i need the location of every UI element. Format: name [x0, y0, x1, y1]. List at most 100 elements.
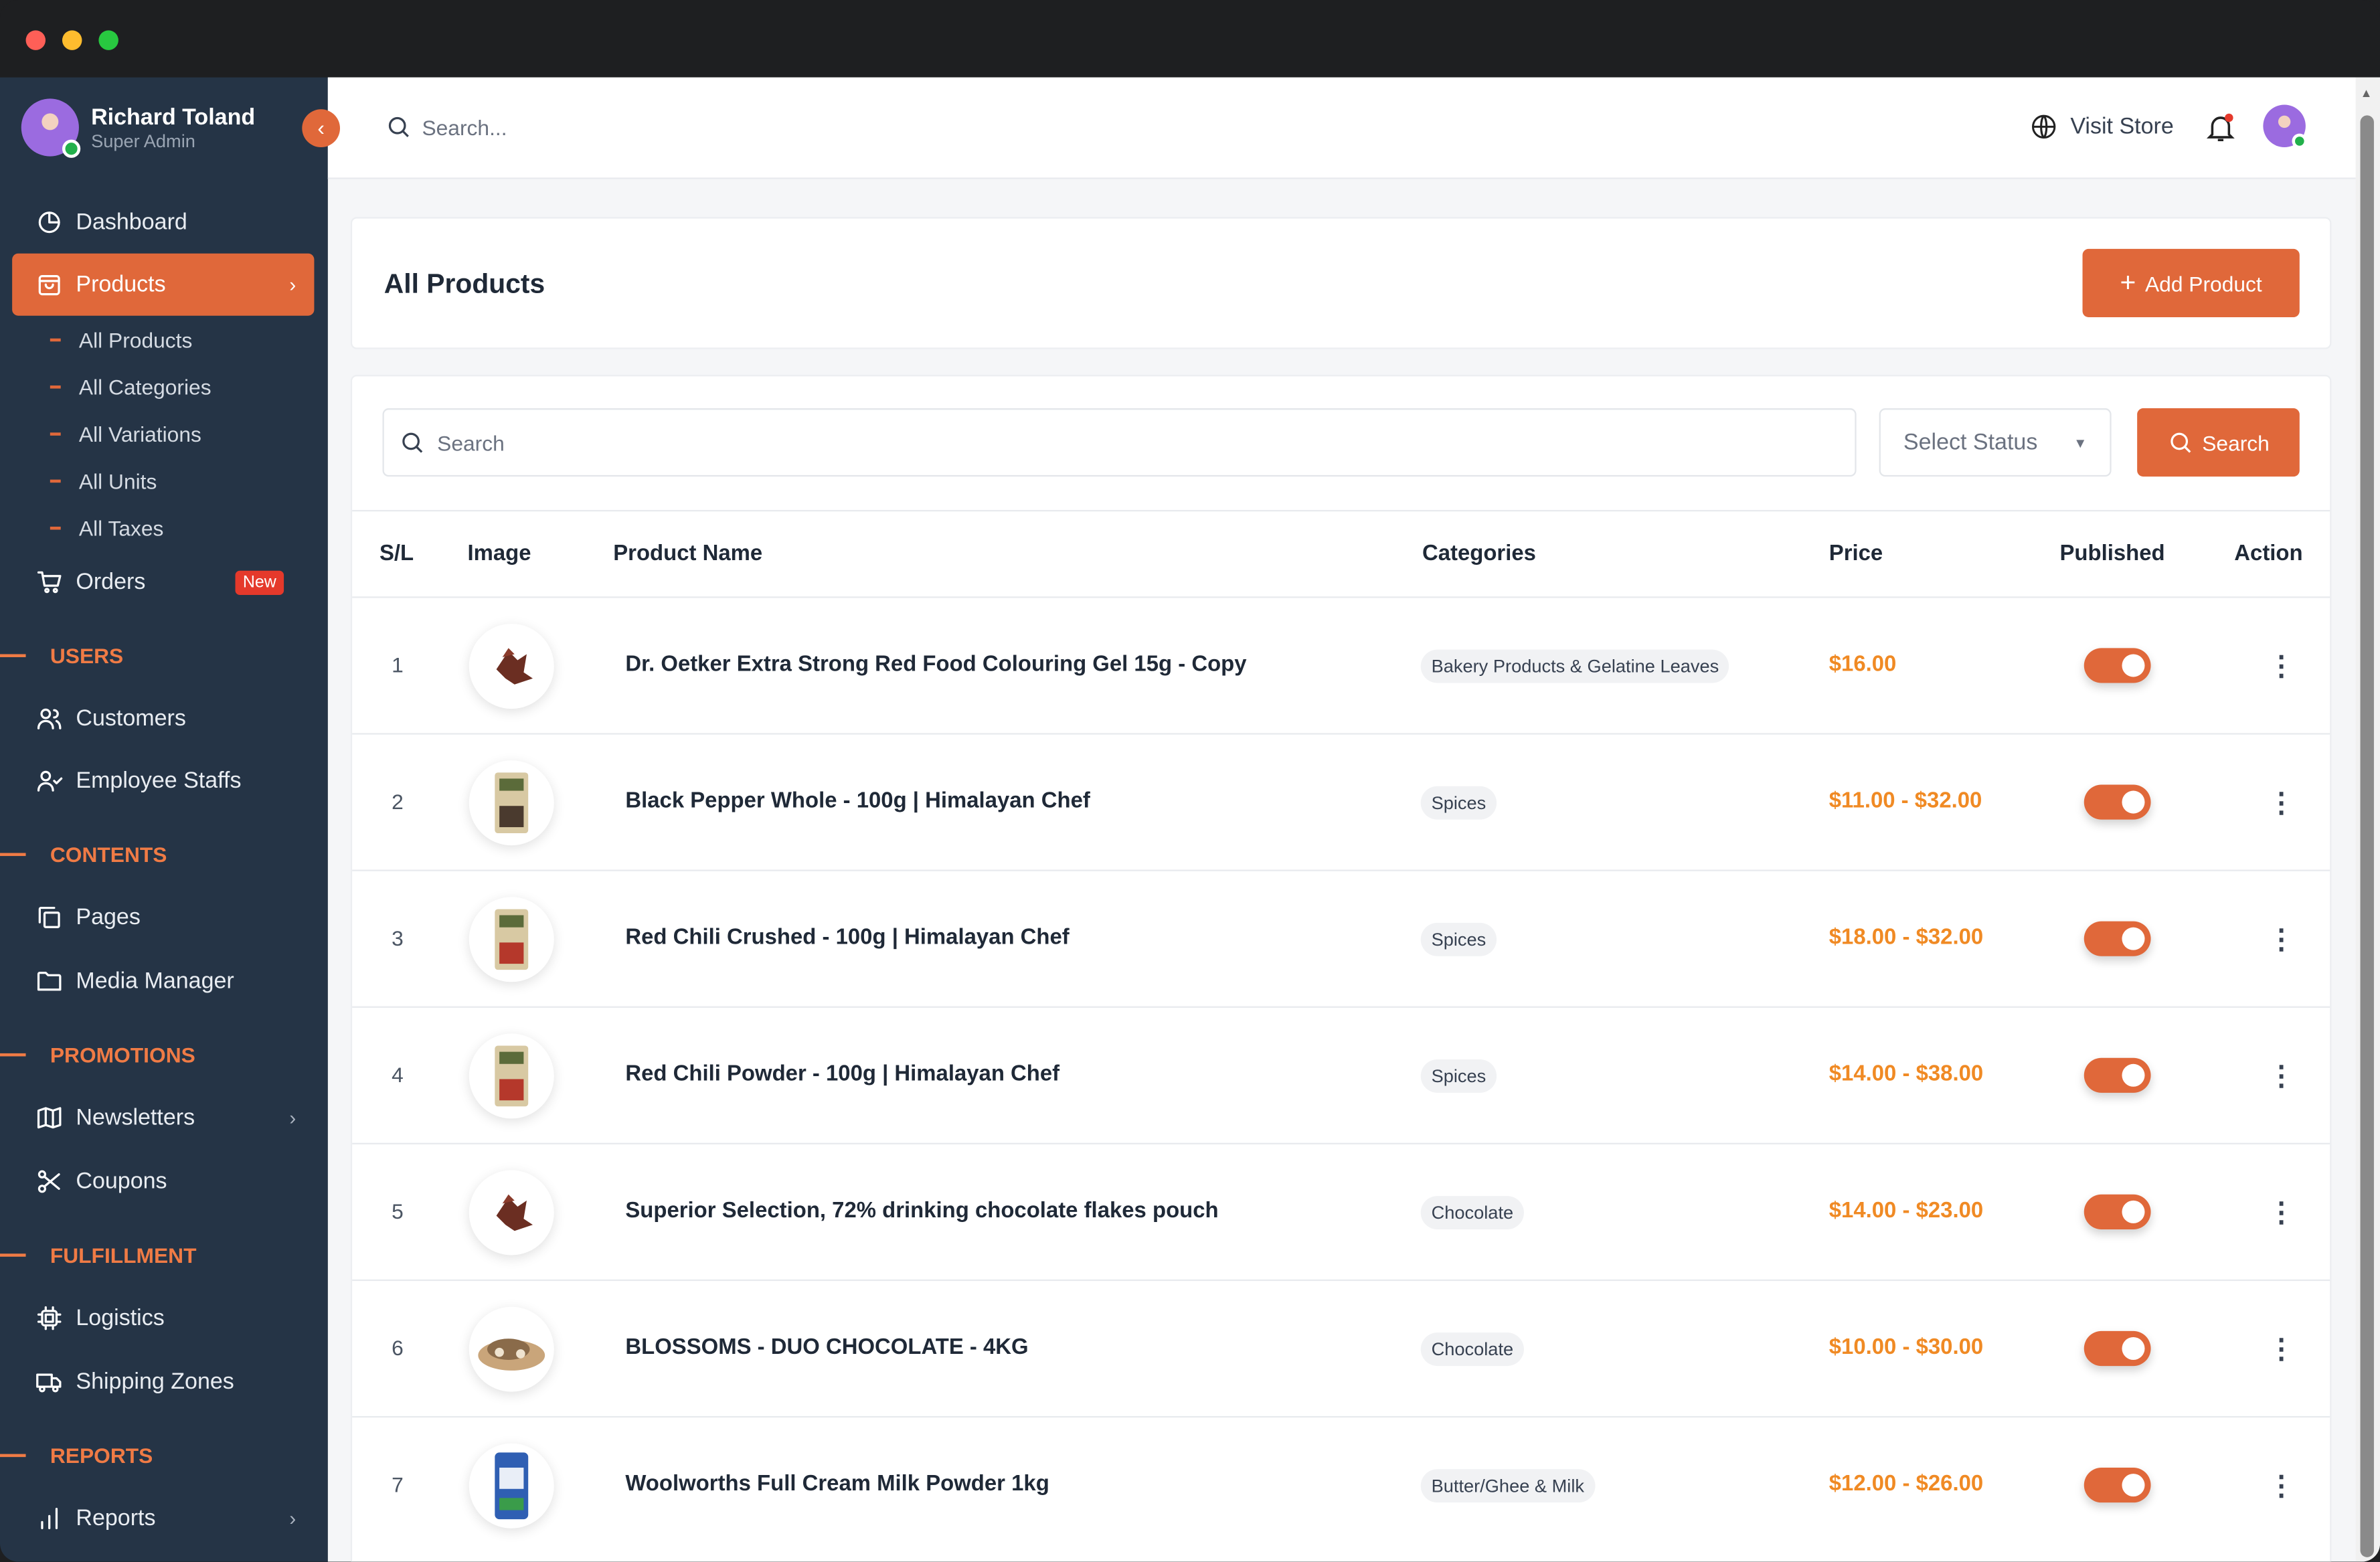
- product-name[interactable]: Woolworths Full Cream Milk Powder 1kg: [625, 1472, 1049, 1496]
- sidebar-subitem[interactable]: All Products: [50, 328, 192, 352]
- sidebar-subitem[interactable]: All Taxes: [50, 516, 164, 540]
- sidebar-item-dashboard[interactable]: Dashboard: [12, 191, 314, 254]
- truck-icon: [33, 1367, 64, 1397]
- section-label: FULFILLMENT: [50, 1243, 197, 1268]
- sidebar-item-media-manager[interactable]: Media Manager: [12, 950, 314, 1013]
- category-tag: Chocolate: [1420, 1332, 1525, 1367]
- sidebar-item-logistics[interactable]: Logistics: [12, 1287, 314, 1349]
- table-row: 6 BLOSSOMS - DUO CHOCOLATE - 4KG Chocola…: [352, 1279, 2330, 1416]
- user-avatar[interactable]: [21, 98, 81, 158]
- published-toggle[interactable]: [2084, 1194, 2151, 1229]
- product-image: [469, 897, 554, 982]
- row-sl: 7: [392, 1472, 404, 1497]
- search-button-label: Search: [2202, 430, 2270, 455]
- sidebar-subitem[interactable]: All Units: [50, 469, 157, 493]
- more-vertical-icon[interactable]: ⋮: [2268, 1336, 2295, 1363]
- status-select[interactable]: Select Status ▼: [1879, 408, 2112, 477]
- main-content: Search... Visit Store All Products + Add …: [327, 77, 2380, 1562]
- nav-label: Coupons: [76, 1168, 167, 1195]
- notifications-button[interactable]: [2204, 111, 2237, 152]
- new-badge: New: [235, 570, 284, 594]
- section-line: [0, 654, 26, 657]
- more-vertical-icon[interactable]: ⋮: [2268, 1199, 2295, 1227]
- plus-icon: +: [2120, 267, 2136, 298]
- published-toggle[interactable]: [2084, 648, 2151, 683]
- section-contents: CONTENTS: [0, 843, 167, 867]
- sidebar-item-orders[interactable]: Orders New: [12, 551, 314, 613]
- published-toggle[interactable]: [2084, 1468, 2151, 1503]
- minimize-window-button[interactable]: [62, 30, 82, 50]
- more-vertical-icon[interactable]: ⋮: [2268, 653, 2295, 680]
- more-vertical-icon[interactable]: ⋮: [2268, 926, 2295, 953]
- topbar: Search... Visit Store: [327, 77, 2356, 179]
- product-price: $11.00 - $32.00: [1829, 789, 1982, 814]
- search-icon: [402, 432, 423, 453]
- section-label: USERS: [50, 643, 124, 668]
- sidebar-item-shipping-zones[interactable]: Shipping Zones: [12, 1351, 314, 1413]
- subitem-label: All Units: [78, 468, 157, 494]
- published-toggle[interactable]: [2084, 1330, 2151, 1367]
- more-vertical-icon[interactable]: ⋮: [2268, 789, 2295, 816]
- more-vertical-icon[interactable]: ⋮: [2268, 1063, 2295, 1090]
- sidebar-item-newsletters[interactable]: Newsletters ›: [12, 1087, 314, 1149]
- chevron-right-icon: ›: [289, 1506, 296, 1531]
- sidebar-subitem[interactable]: All Categories: [50, 375, 211, 399]
- section-line: [0, 1053, 26, 1057]
- product-name[interactable]: BLOSSOMS - DUO CHOCOLATE - 4KG: [625, 1336, 1028, 1360]
- more-vertical-icon[interactable]: ⋮: [2268, 1472, 2295, 1500]
- product-search-input[interactable]: Search: [382, 408, 1857, 477]
- product-image: [469, 1170, 554, 1255]
- published-toggle[interactable]: [2084, 784, 2151, 820]
- table-row: 4 Red Chili Powder - 100g | Himalayan Ch…: [352, 1006, 2330, 1143]
- shopping-bag-icon: [33, 270, 64, 300]
- product-name[interactable]: Red Chili Crushed - 100g | Himalayan Che…: [625, 926, 1069, 950]
- product-image: [469, 760, 554, 846]
- published-toggle[interactable]: [2084, 921, 2151, 956]
- page-header-card: All Products + Add Product: [350, 217, 2332, 349]
- chevron-right-icon: ›: [289, 1106, 296, 1130]
- sidebar-item-employee-staffs[interactable]: Employee Staffs: [12, 750, 314, 812]
- row-sl: 4: [392, 1062, 404, 1087]
- sidebar-item-coupons[interactable]: Coupons: [12, 1150, 314, 1213]
- search-button[interactable]: Search: [2137, 408, 2300, 477]
- product-name[interactable]: Red Chili Powder - 100g | Himalayan Chef: [625, 1063, 1059, 1087]
- global-search-input[interactable]: Search...: [422, 114, 507, 139]
- scrollbar-thumb[interactable]: [2360, 115, 2374, 1557]
- window-titlebar: [0, 0, 2380, 78]
- header-categories: Categories: [1422, 541, 1536, 566]
- close-window-button[interactable]: [25, 30, 46, 50]
- global-search[interactable]: Search...: [386, 114, 507, 140]
- product-name[interactable]: Superior Selection, 72% drinking chocola…: [625, 1199, 1218, 1223]
- nav-label: Pages: [76, 904, 141, 931]
- product-price: $14.00 - $38.00: [1829, 1062, 1984, 1087]
- add-product-button[interactable]: + Add Product: [2082, 248, 2300, 317]
- header-product-name: Product Name: [613, 541, 763, 566]
- header-image: Image: [467, 541, 531, 566]
- published-toggle[interactable]: [2084, 1057, 2151, 1093]
- caret-down-icon: ▼: [2073, 434, 2088, 450]
- maximize-window-button[interactable]: [98, 30, 118, 50]
- user-role: Super Admin: [91, 131, 195, 152]
- collapse-sidebar-button[interactable]: ‹: [302, 109, 341, 147]
- sidebar-item-pages[interactable]: Pages: [12, 886, 314, 948]
- chevron-right-icon: ›: [289, 273, 296, 296]
- scroll-up-icon[interactable]: ▲: [2361, 86, 2373, 100]
- product-name[interactable]: Black Pepper Whole - 100g | Himalayan Ch…: [625, 789, 1090, 813]
- sidebar-item-products[interactable]: Products ›: [12, 253, 315, 316]
- copy-icon: [33, 902, 64, 932]
- category-tag: Spices: [1420, 922, 1497, 956]
- nav-label: Dashboard: [76, 209, 187, 236]
- sidebar-item-reports[interactable]: Reports ›: [12, 1488, 314, 1550]
- row-sl: 2: [392, 789, 404, 814]
- product-name[interactable]: Dr. Oetker Extra Strong Red Food Colouri…: [625, 653, 1246, 677]
- visit-store-link[interactable]: Visit Store: [2029, 112, 2174, 141]
- scissors-icon: [33, 1166, 64, 1197]
- header-action: Action: [2234, 541, 2303, 566]
- nav-label: Products: [76, 271, 166, 298]
- scrollbar[interactable]: ▲: [2355, 77, 2380, 1562]
- header-sl: S/L: [379, 541, 414, 566]
- sidebar-subitem[interactable]: All Variations: [50, 422, 201, 446]
- sidebar-item-customers[interactable]: Customers: [12, 687, 314, 750]
- profile-avatar[interactable]: [2263, 104, 2308, 149]
- product-price: $16.00: [1829, 653, 1897, 677]
